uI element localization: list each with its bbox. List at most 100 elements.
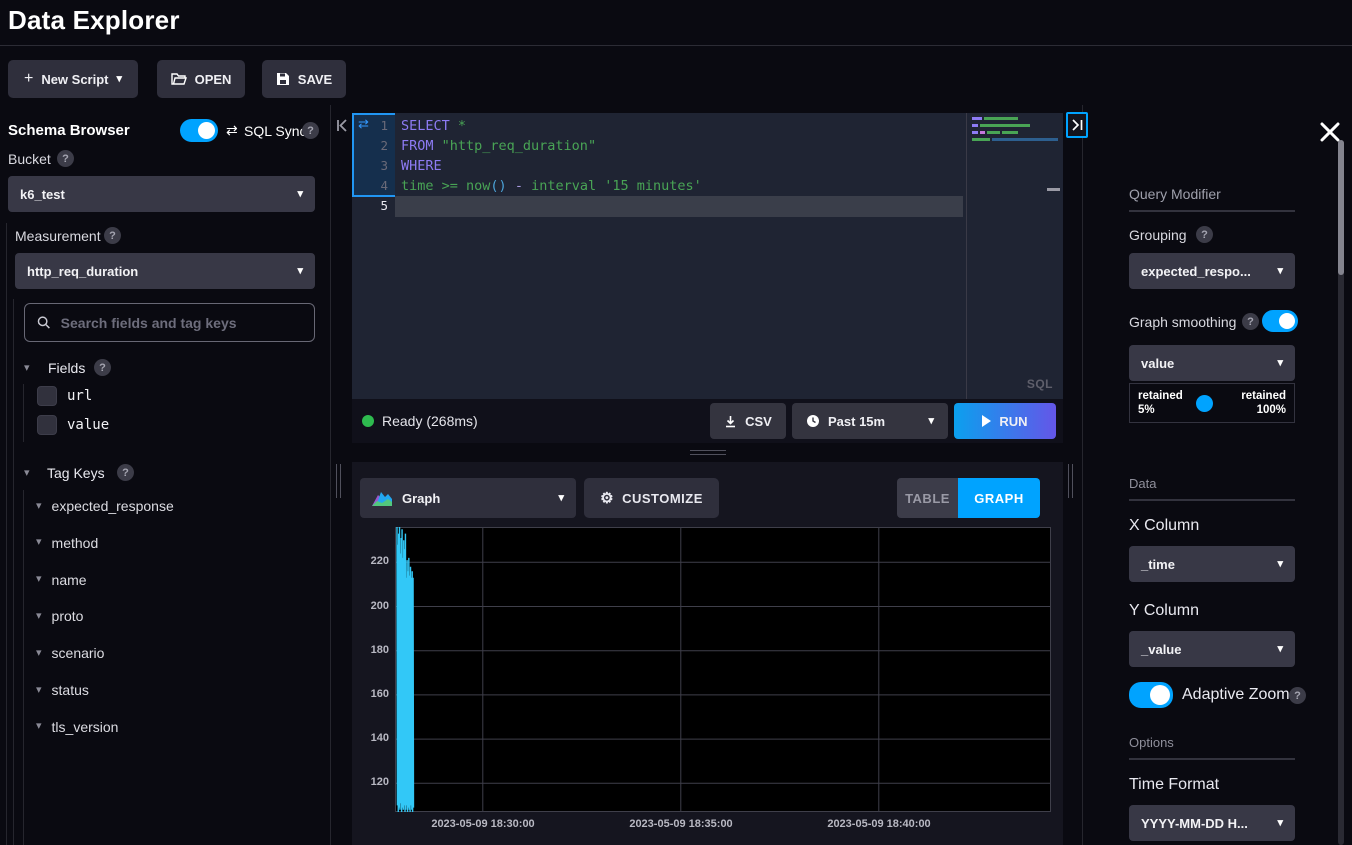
tag-keys-label: Tag Keys <box>47 465 105 481</box>
x-column-dropdown[interactable]: _time ▾ <box>1129 546 1295 582</box>
code-line: 5 <box>352 196 1063 216</box>
fields-help-icon[interactable]: ? <box>94 359 111 376</box>
data-heading: Data <box>1129 476 1295 501</box>
measurement-value: http_req_duration <box>27 264 138 279</box>
sql-sync-line-icon: ⇄ <box>358 116 369 132</box>
overview-ruler-mark <box>1047 188 1060 191</box>
expand-right-icon <box>1072 119 1083 131</box>
right-scrollbar-thumb[interactable] <box>1338 140 1344 275</box>
folder-open-icon <box>171 72 187 86</box>
x-column-label: X Column <box>1129 517 1199 535</box>
run-button[interactable]: RUN <box>954 403 1056 439</box>
code-line: 3WHERE <box>352 156 1063 176</box>
measurement-help-icon[interactable]: ? <box>104 227 121 244</box>
tag-key-item[interactable]: ▾expected_response <box>36 498 174 514</box>
time-format-dropdown[interactable]: YYYY-MM-DD H... ▾ <box>1129 805 1295 841</box>
chevron-down-icon: ▾ <box>36 574 42 585</box>
measurement-dropdown[interactable]: http_req_duration ▾ <box>15 253 315 289</box>
chevron-down-icon: ▾ <box>36 611 42 622</box>
save-icon <box>276 72 290 86</box>
fields-collapse-icon[interactable]: ▾ <box>24 363 30 374</box>
chart-plot-area[interactable] <box>395 527 1051 812</box>
sql-sync-help-icon[interactable]: ? <box>302 122 319 139</box>
minimap-row <box>972 131 1018 134</box>
right-splitter-handle[interactable] <box>1068 464 1074 498</box>
tag-key-label: proto <box>52 608 84 624</box>
x-tick-label: 2023-05-09 18:40:00 <box>827 818 930 830</box>
x-column-value: _time <box>1141 557 1175 572</box>
y-tick-label: 200 <box>352 600 389 612</box>
tag-key-label: status <box>52 682 89 698</box>
grouping-help-icon[interactable]: ? <box>1196 226 1213 243</box>
close-icon[interactable] <box>1319 121 1341 143</box>
retained-max-label: retained100% <box>1241 389 1286 417</box>
bucket-dropdown[interactable]: k6_test ▾ <box>8 176 315 212</box>
new-script-button[interactable]: + New Script ▾ <box>8 60 138 98</box>
sql-sync-label: SQL Sync <box>244 123 307 139</box>
tag-key-item[interactable]: ▾method <box>36 535 98 551</box>
collapse-left-icon[interactable] <box>336 119 348 132</box>
time-format-value: YYYY-MM-DD H... <box>1141 816 1248 831</box>
field-label: url <box>67 388 92 404</box>
minimap-row <box>972 117 1018 120</box>
tab-table[interactable]: TABLE <box>897 478 958 518</box>
y-column-dropdown[interactable]: _value ▾ <box>1129 631 1295 667</box>
tab-graph[interactable]: GRAPH <box>958 478 1040 518</box>
tag-key-item[interactable]: ▾tls_version <box>36 719 118 735</box>
grouping-dropdown[interactable]: expected_respo... ▾ <box>1129 253 1295 289</box>
fields-label: Fields <box>48 360 85 376</box>
bucket-help-icon[interactable]: ? <box>57 150 74 167</box>
chevron-down-icon: ▾ <box>36 685 42 696</box>
x-tick-label: 2023-05-09 18:30:00 <box>431 818 534 830</box>
results-splitter-handle[interactable] <box>690 450 726 457</box>
save-button[interactable]: SAVE <box>262 60 346 98</box>
right-scrollbar-track[interactable] <box>1338 140 1344 845</box>
sql-sync-toggle[interactable] <box>180 119 218 142</box>
minimap-divider <box>966 113 967 399</box>
smoothing-column-dropdown[interactable]: value ▾ <box>1129 345 1295 381</box>
time-range-content: Past 15m <box>806 414 885 429</box>
tag-key-item[interactable]: ▾name <box>36 572 87 588</box>
sidebar-splitter-handle[interactable] <box>336 464 342 498</box>
tag-keys-help-icon[interactable]: ? <box>117 464 134 481</box>
graph-smoothing-help-icon[interactable]: ? <box>1242 313 1259 330</box>
csv-button[interactable]: CSV <box>710 403 786 439</box>
slider-knob[interactable] <box>1196 395 1213 412</box>
indent-guide <box>6 223 7 845</box>
language-badge: SQL <box>1027 377 1053 391</box>
tag-keys-collapse-icon[interactable]: ▾ <box>24 468 30 479</box>
customize-button[interactable]: ⚙ CUSTOMIZE <box>584 478 719 518</box>
y-tick-label: 140 <box>352 732 389 744</box>
adaptive-zoom-toggle[interactable] <box>1129 682 1173 708</box>
chevron-down-icon: ▾ <box>297 266 303 277</box>
field-checkbox[interactable] <box>37 386 57 406</box>
open-label: OPEN <box>195 72 232 87</box>
time-range-dropdown[interactable]: Past 15m ▾ <box>792 403 948 439</box>
sql-editor[interactable]: 1SELECT *2FROM "http_req_duration"3WHERE… <box>352 113 1063 399</box>
tag-key-item[interactable]: ▾ status <box>36 682 89 698</box>
minimap-row <box>972 124 1030 127</box>
view-type-dropdown[interactable]: Graph ▾ <box>360 478 576 518</box>
adaptive-zoom-help-icon[interactable]: ? <box>1289 687 1306 704</box>
code-line: 1SELECT * <box>352 116 1063 136</box>
tag-key-item[interactable]: ▾ proto <box>36 608 83 624</box>
minimap-row <box>972 138 1058 141</box>
expand-right-panel-button[interactable] <box>1066 112 1088 138</box>
code-line: 4time >= now() - interval '15 minutes' <box>352 176 1063 196</box>
graph-smoothing-toggle[interactable] <box>1262 310 1298 332</box>
search-icon <box>37 315 51 330</box>
field-item[interactable]: url <box>37 386 92 406</box>
field-item[interactable]: value <box>37 415 109 435</box>
download-icon <box>724 415 737 428</box>
minimap[interactable] <box>972 117 1060 397</box>
chevron-down-icon: ▾ <box>1277 818 1283 829</box>
header-divider <box>0 45 1352 46</box>
open-button[interactable]: OPEN <box>157 60 245 98</box>
field-checkbox[interactable] <box>37 415 57 435</box>
tag-key-item[interactable]: ▾scenario <box>36 645 104 661</box>
retained-slider[interactable]: retained5% retained100% <box>1129 383 1295 423</box>
y-tick-label: 120 <box>352 776 389 788</box>
search-input[interactable] <box>61 315 302 331</box>
line-number: 3 <box>352 156 388 176</box>
indent-guide <box>23 490 24 845</box>
